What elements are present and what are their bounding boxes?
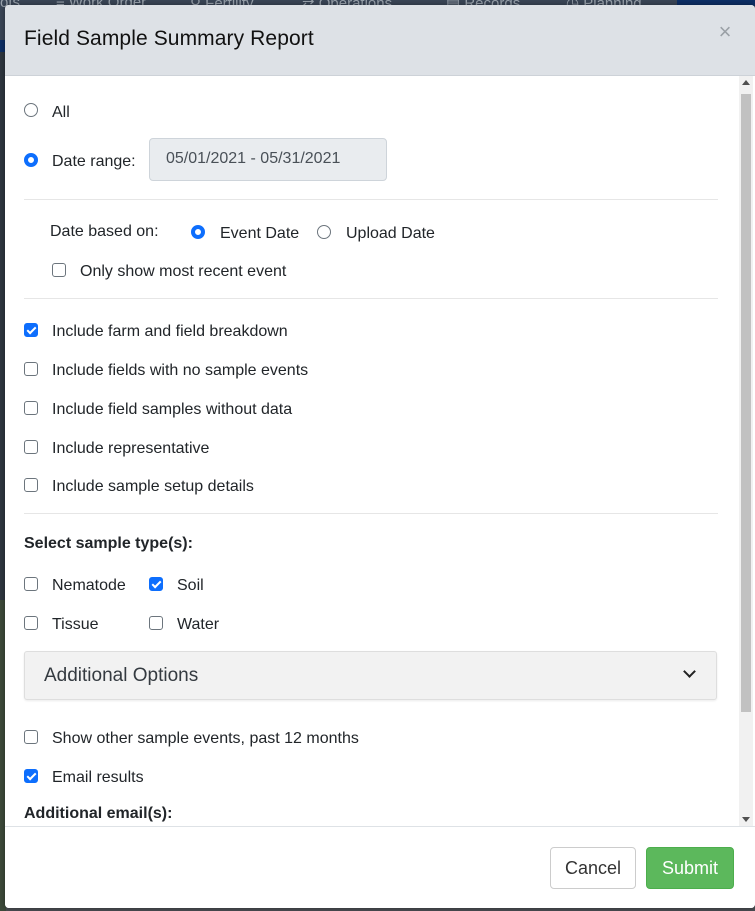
report-modal: Field Sample Summary Report × All Date r… (5, 5, 755, 908)
range-all-label: All (52, 104, 70, 121)
sample-type-checkbox[interactable] (24, 577, 38, 591)
additional-options-accordion[interactable]: Additional Options (24, 651, 717, 700)
include-option[interactable]: Include farm and field breakdown (24, 319, 288, 341)
scroll-up-icon[interactable] (742, 80, 750, 85)
include-label: Include sample setup details (52, 478, 254, 495)
additional-options-title: Additional Options (44, 665, 199, 686)
include-checkbox[interactable] (24, 362, 38, 376)
sample-type-label: Tissue (52, 616, 99, 633)
modal-scrollbar[interactable] (739, 76, 753, 826)
sample-type-checkbox[interactable] (149, 616, 163, 630)
include-checkbox[interactable] (24, 440, 38, 454)
sample-type-option[interactable]: Nematode (24, 573, 126, 595)
sample-types-heading: Select sample type(s): (24, 535, 193, 552)
divider (24, 298, 718, 299)
include-checkbox[interactable] (24, 323, 38, 337)
extra-checkbox[interactable] (24, 769, 38, 783)
include-checkbox[interactable] (24, 478, 38, 492)
include-label: Include farm and field breakdown (52, 323, 288, 340)
include-option[interactable]: Include field samples without data (24, 397, 292, 419)
extra-option[interactable]: Email results (24, 765, 144, 787)
chevron-down-icon[interactable] (683, 665, 696, 678)
sample-type-label: Nematode (52, 577, 126, 594)
sample-type-option[interactable]: Water (149, 612, 219, 634)
range-date-radio[interactable] (24, 153, 38, 167)
include-option[interactable]: Include sample setup details (24, 474, 254, 496)
sample-type-checkbox[interactable] (149, 577, 163, 591)
range-date-label: Date range: (52, 153, 136, 170)
recent-only-checkbox[interactable] (52, 263, 66, 277)
divider (24, 513, 718, 514)
extra-checkbox[interactable] (24, 730, 38, 744)
range-date-option[interactable]: Date range: (24, 149, 136, 171)
date-basis-label: Date based on: (50, 223, 159, 240)
include-option[interactable]: Include representative (24, 436, 209, 458)
include-checkbox[interactable] (24, 401, 38, 415)
include-label: Include field samples without data (52, 401, 293, 418)
submit-button[interactable]: Submit (646, 847, 734, 889)
sample-type-label: Water (177, 616, 220, 633)
sample-type-option[interactable]: Tissue (24, 612, 99, 634)
extra-label: Show other sample events, past 12 months (52, 730, 359, 747)
include-label: Include fields with no sample events (52, 362, 309, 379)
modal-header: Field Sample Summary Report × (5, 5, 755, 76)
sample-type-option[interactable]: Soil (149, 573, 204, 595)
date-range-input[interactable]: 05/01/2021 - 05/31/2021 (149, 138, 387, 181)
upload-date-radio[interactable] (317, 225, 331, 239)
additional-emails-label: Additional email(s): (24, 805, 173, 822)
recent-only-option[interactable]: Only show most recent event (52, 259, 286, 281)
modal-title: Field Sample Summary Report (24, 27, 314, 50)
event-date-option[interactable]: Event Date (191, 221, 299, 243)
upload-date-option[interactable]: Upload Date (317, 221, 435, 243)
sample-type-label: Soil (177, 577, 204, 594)
date-basis-row: Date based on: (50, 221, 159, 241)
scrollbar-thumb[interactable] (741, 94, 751, 712)
recent-only-label: Only show most recent event (80, 263, 287, 280)
event-date-radio[interactable] (191, 225, 205, 239)
modal-footer: Cancel Submit (5, 826, 755, 908)
scroll-down-icon[interactable] (742, 817, 750, 822)
extra-label: Email results (52, 769, 144, 786)
close-button[interactable]: × (715, 21, 735, 43)
include-option[interactable]: Include fields with no sample events (24, 358, 308, 380)
divider (24, 199, 718, 200)
event-date-label: Event Date (220, 225, 300, 242)
include-label: Include representative (52, 440, 210, 457)
sample-type-checkbox[interactable] (24, 616, 38, 630)
cancel-button[interactable]: Cancel (550, 847, 636, 889)
extra-option[interactable]: Show other sample events, past 12 months (24, 726, 359, 748)
modal-body: All Date range: 05/01/2021 - 05/31/2021 … (5, 76, 755, 826)
upload-date-label: Upload Date (346, 225, 435, 242)
range-all-radio[interactable] (24, 103, 38, 117)
range-all-option[interactable]: All (24, 98, 70, 122)
